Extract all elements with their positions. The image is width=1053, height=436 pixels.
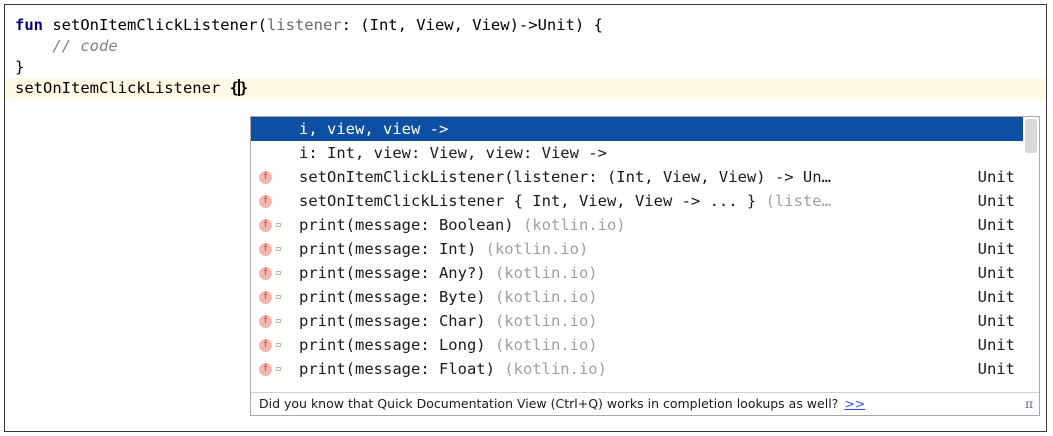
- item-return-type: Unit: [977, 216, 1015, 234]
- public-lock-icon: ▫: [276, 340, 282, 349]
- public-lock-icon: ▫: [276, 268, 282, 277]
- fun-keyword: fun: [15, 16, 43, 34]
- item-location-hint: (kotlin.io): [494, 312, 598, 330]
- completion-item[interactable]: f setOnItemClickListener { Int, View, Vie…: [251, 189, 1039, 213]
- item-signature: print(message: Char): [299, 312, 495, 330]
- completion-item[interactable]: f ▫ print(message: Long) (kotlin.io) Unit: [251, 333, 1039, 357]
- item-icons: f ▫: [257, 309, 293, 333]
- pi-icon[interactable]: π: [1025, 393, 1033, 415]
- param-name: listener: [266, 16, 342, 34]
- closing-brace: }: [15, 58, 25, 76]
- item-location-hint: (kotlin.io): [504, 360, 607, 378]
- item-location-hint: (kotlin.io): [494, 288, 598, 306]
- item-signature: i: Int, view: View, view: View ->: [299, 144, 607, 162]
- completion-item[interactable]: f ▫ print(message: Any?) (kotlin.io) Unit: [251, 261, 1039, 285]
- item-return-type: Unit: [977, 288, 1015, 306]
- signature-rest: : (Int, View, View)->Unit) {: [341, 16, 603, 34]
- item-signature: print(message: Any?): [299, 264, 495, 282]
- item-icons: f ▫: [257, 261, 293, 285]
- code-editor[interactable]: fun setOnItemClickListener(listener: (In…: [5, 15, 1046, 99]
- item-return-type: Unit: [977, 240, 1015, 258]
- lambda-close-brace: }: [238, 79, 249, 97]
- item-icons: f: [257, 165, 293, 189]
- function-icon: f: [259, 339, 272, 352]
- public-lock-icon: ▫: [276, 220, 282, 229]
- function-name: setOnItemClickListener(: [43, 16, 267, 34]
- item-icons: f ▫: [257, 357, 293, 381]
- item-label: print(message: Any?) (kotlin.io): [299, 261, 598, 285]
- function-icon: f: [259, 243, 272, 256]
- item-icons: f ▫: [257, 333, 293, 357]
- item-label: i, view, view ->: [299, 117, 448, 141]
- function-icon: f: [259, 363, 272, 376]
- function-icon: f: [259, 219, 272, 232]
- item-label: setOnItemClickListener { Int, View, View…: [299, 189, 831, 213]
- item-icons: f ▫: [257, 213, 293, 237]
- item-icons: f ▫: [257, 237, 293, 261]
- item-return-type: Unit: [977, 192, 1015, 210]
- function-icon: f: [259, 291, 272, 304]
- more-tips-link[interactable]: >>: [844, 396, 865, 411]
- completion-list[interactable]: i, view, view -> i: Int, view: View, view…: [251, 117, 1039, 395]
- item-label: print(message: Long) (kotlin.io): [299, 333, 598, 357]
- item-signature: print(message: Float): [299, 360, 505, 378]
- item-label: print(message: Int) (kotlin.io): [299, 237, 588, 261]
- completion-item[interactable]: f setOnItemClickListener(listener: (Int, …: [251, 165, 1039, 189]
- completion-item[interactable]: f ▫ print(message: Char) (kotlin.io) Unit: [251, 309, 1039, 333]
- completion-footer: Did you know that Quick Documentation Vi…: [251, 392, 1039, 415]
- completion-popup: i, view, view -> i: Int, view: View, view…: [250, 116, 1040, 416]
- item-return-type: Unit: [977, 168, 1015, 186]
- completion-item-selected[interactable]: i, view, view ->: [251, 117, 1023, 141]
- public-lock-icon: ▫: [276, 316, 282, 325]
- item-label: setOnItemClickListener(listener: (Int, V…: [299, 165, 831, 189]
- item-return-type: Unit: [977, 360, 1015, 378]
- item-icons: f ▫: [257, 285, 293, 309]
- code-comment: // code: [15, 37, 118, 55]
- item-signature: setOnItemClickListener { Int, View, View…: [299, 192, 766, 210]
- completion-item[interactable]: i: Int, view: View, view: View ->: [251, 141, 1039, 165]
- code-line-2[interactable]: // code: [15, 36, 1046, 57]
- item-return-type: Unit: [977, 312, 1015, 330]
- item-signature: print(message: Boolean): [299, 216, 523, 234]
- item-signature: i, view, view ->: [299, 120, 449, 138]
- completion-scrollbar[interactable]: [1025, 119, 1037, 153]
- code-line-1[interactable]: fun setOnItemClickListener(listener: (In…: [15, 15, 1046, 36]
- public-lock-icon: ▫: [276, 364, 282, 373]
- item-location-hint: (kotlin.io): [485, 240, 589, 258]
- function-icon: f: [259, 315, 272, 328]
- item-signature: setOnItemClickListener(listener: (Int, V…: [299, 168, 831, 186]
- code-line-4-current[interactable]: setOnItemClickListener {}: [5, 78, 1046, 99]
- item-label: print(message: Byte) (kotlin.io): [299, 285, 598, 309]
- item-signature: print(message: Long): [299, 336, 495, 354]
- item-label: i: Int, view: View, view: View ->: [299, 141, 607, 165]
- editor-frame: fun setOnItemClickListener(listener: (In…: [4, 4, 1047, 432]
- function-icon: f: [259, 195, 272, 208]
- item-label: print(message: Float) (kotlin.io): [299, 357, 607, 381]
- call-prefix: setOnItemClickListener: [15, 79, 230, 97]
- item-location-hint: (kotlin.io): [494, 336, 598, 354]
- completion-item[interactable]: f ▫ print(message: Byte) (kotlin.io) Unit: [251, 285, 1039, 309]
- completion-item[interactable]: f ▫ print(message: Int) (kotlin.io) Unit: [251, 237, 1039, 261]
- item-location-hint: (kotlin.io): [494, 264, 598, 282]
- completion-item[interactable]: f ▫ print(message: Boolean) (kotlin.io) Uni…: [251, 213, 1039, 237]
- code-line-3[interactable]: }: [15, 57, 1046, 78]
- function-icon: f: [259, 267, 272, 280]
- quick-doc-tip: Did you know that Quick Documentation Vi…: [259, 396, 839, 411]
- completion-item[interactable]: f ▫ print(message: Float) (kotlin.io) Unit: [251, 357, 1039, 381]
- item-icons: f: [257, 189, 293, 213]
- item-location-hint: (kotlin.io): [522, 216, 626, 234]
- item-signature: print(message: Byte): [299, 288, 495, 306]
- item-return-type: Unit: [977, 264, 1015, 282]
- function-icon: f: [259, 171, 272, 184]
- item-return-type: Unit: [977, 336, 1015, 354]
- public-lock-icon: ▫: [276, 244, 282, 253]
- item-label: print(message: Char) (kotlin.io): [299, 309, 598, 333]
- item-location-hint: (liste…: [765, 192, 831, 210]
- public-lock-icon: ▫: [276, 292, 282, 301]
- item-signature: print(message: Int): [299, 240, 486, 258]
- item-label: print(message: Boolean) (kotlin.io): [299, 213, 626, 237]
